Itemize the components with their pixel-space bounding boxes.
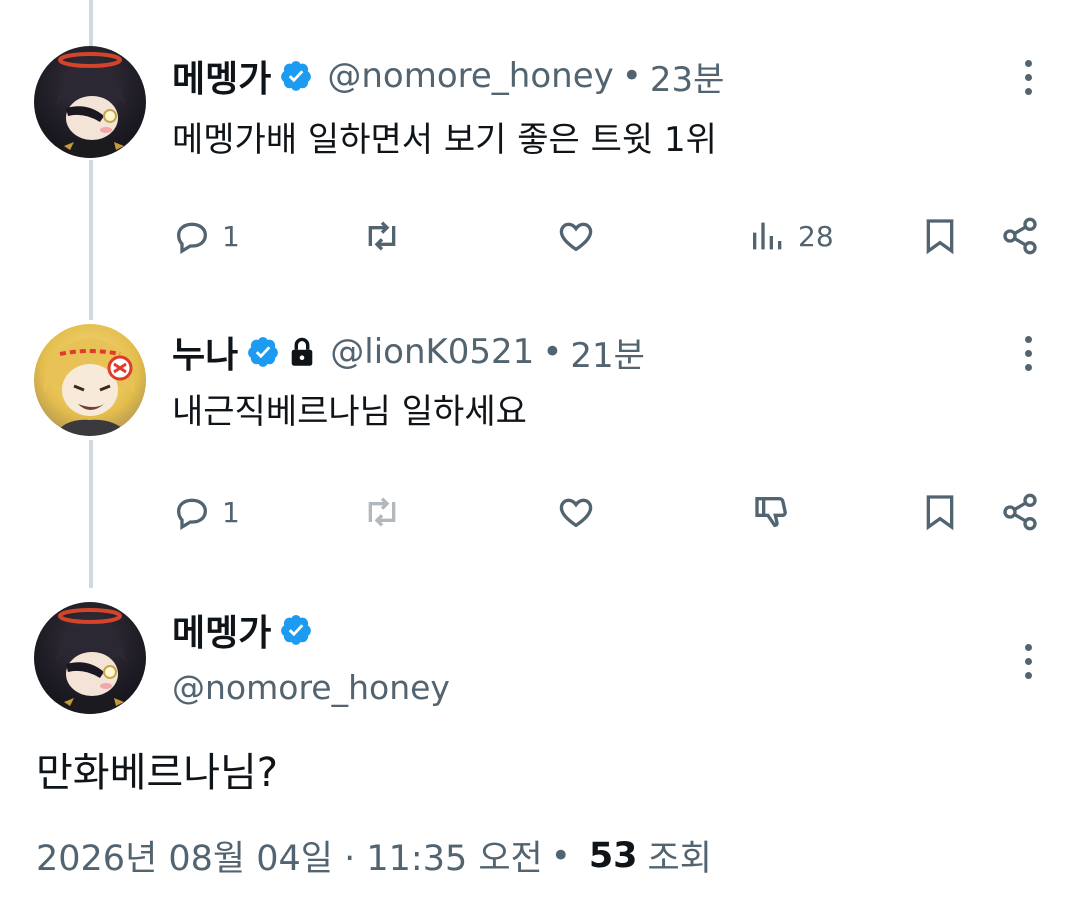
tweet-actions: 1 28 [0,216,1080,264]
views-count: 53 [588,835,638,876]
main-tweet-text: 만화베르나님? [36,750,279,796]
more-vertical-icon[interactable] [1022,644,1034,686]
tweet-text: 메멩가배 일하면서 보기 좋은 트윗 1위 [172,120,717,160]
bookmark-button[interactable] [920,216,960,256]
separator-dot: • [550,835,571,876]
reply-button[interactable]: 1 [172,492,240,532]
retweet-icon [368,221,396,251]
handle[interactable]: @nomore_honey [327,56,613,96]
retweet-icon [368,497,396,527]
tweet-meta: 2026년 08월 04일 · 11:35 오전 • 53 조회 [36,830,712,881]
avatar[interactable] [34,324,146,436]
display-name[interactable]: 메멩가 [172,50,271,102]
views-icon [753,222,782,250]
share-button[interactable] [1000,216,1040,256]
main-tweet-header: 메멩가 [172,602,313,658]
timestamp[interactable]: 23분 [650,52,725,101]
reply-count: 1 [222,219,240,253]
reply-icon [176,222,208,254]
display-name[interactable]: 메멩가 [172,604,271,656]
tweet-header: 누나 @lionK0521 • 21분 [172,324,645,380]
heart-icon [559,498,593,528]
handle[interactable]: @nomore_honey [172,668,450,707]
share-icon [1003,493,1037,531]
verified-badge-icon [279,59,313,93]
retweet-button[interactable] [362,492,402,532]
timestamp[interactable]: 21분 [570,328,645,377]
verified-badge-icon [246,335,280,369]
like-button[interactable] [556,216,596,256]
separator-dot: • [542,332,563,372]
reply-count: 1 [222,495,240,529]
thread-line [89,0,93,46]
downvote-icon [755,497,787,528]
tweet-date[interactable]: 2026년 08월 04일 · 11:35 오전 [36,830,543,881]
views-button[interactable]: 28 [748,216,834,256]
downvote-button[interactable] [752,492,792,532]
verified-badge-icon [279,613,313,647]
more-vertical-icon[interactable] [1022,336,1034,378]
tweet-header: 메멩가 @nomore_honey • 23분 [172,48,724,104]
avatar[interactable] [34,46,146,158]
reply-icon [176,498,208,530]
views-count: 28 [798,219,834,253]
bookmark-icon [926,495,954,531]
avatar[interactable] [34,602,146,714]
handle[interactable]: @lionK0521 [330,332,534,372]
tweet-actions: 1 [0,492,1080,540]
share-button[interactable] [1000,492,1040,532]
share-icon [1003,217,1037,255]
reply-button[interactable]: 1 [172,216,240,256]
bookmark-button[interactable] [920,492,960,532]
bookmark-icon [926,219,954,255]
more-vertical-icon[interactable] [1022,60,1034,102]
like-button[interactable] [556,492,596,532]
display-name[interactable]: 누나 [172,326,238,378]
tweet-text: 내근직베르나님 일하세요 [172,392,527,432]
separator-dot: • [621,56,642,96]
retweet-button[interactable] [362,216,402,256]
lock-icon [288,336,316,368]
heart-icon [559,222,593,252]
views-label: 조회 [647,839,712,879]
